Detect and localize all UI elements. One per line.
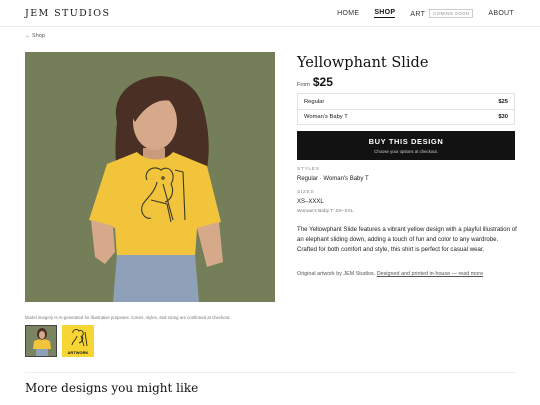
variant-name: Regular bbox=[304, 98, 325, 105]
nav-home[interactable]: HOME bbox=[337, 10, 359, 17]
more-designs-heading: More designs you might like bbox=[25, 381, 199, 395]
variant-price: $30 bbox=[498, 114, 508, 120]
section-divider bbox=[25, 372, 515, 373]
styles-label: STYLES bbox=[297, 167, 320, 172]
sizes-label: SIZES bbox=[297, 190, 315, 195]
artwork-origin: Original artwork by JEM Studios. Designe… bbox=[297, 271, 483, 277]
buy-button-label: BUY THIS DESIGN bbox=[368, 137, 444, 146]
site-header: JEM STUDIOS HOME SHOP ART COMING SOON ABO… bbox=[0, 0, 540, 27]
product-description: The Yellowphant Slide features a vibrant… bbox=[297, 226, 517, 254]
read-more-link[interactable]: Designed and printed in-house — read mor… bbox=[377, 271, 483, 277]
origin-text: Original artwork by JEM Studios. bbox=[297, 271, 376, 277]
back-to-shop-link[interactable]: ← Shop bbox=[25, 33, 45, 39]
price-line: From $25 bbox=[297, 75, 333, 89]
nav-art-label: ART bbox=[410, 11, 426, 18]
thumbnail-model-image bbox=[26, 326, 56, 356]
product-title: Yellowphant Slide bbox=[297, 55, 429, 71]
buy-this-design-button[interactable]: BUY THIS DESIGN Choose your options at c… bbox=[297, 131, 515, 160]
model-illustration bbox=[25, 52, 275, 302]
variant-list: Regular $25 Woman's Baby T $30 bbox=[297, 93, 515, 125]
sizes-note: Woman's Baby T: XS–XXL bbox=[297, 209, 354, 214]
variant-option-regular[interactable]: Regular $25 bbox=[298, 94, 514, 109]
price-from-label: From bbox=[297, 82, 310, 88]
coming-soon-badge: COMING SOON bbox=[429, 9, 474, 18]
imagery-disclaimer: Model imagery is AI-generated for illust… bbox=[25, 315, 231, 320]
thumbnail-artwork[interactable]: ARTWORK bbox=[62, 325, 94, 357]
variant-price: $25 bbox=[498, 98, 508, 105]
variant-name: Woman's Baby T bbox=[304, 114, 348, 120]
site-logo[interactable]: JEM STUDIOS bbox=[25, 8, 110, 19]
nav-art[interactable]: ART COMING SOON bbox=[410, 9, 474, 18]
buy-button-sublabel: Choose your options at checkout. bbox=[374, 149, 438, 154]
sizes-value: XS–XXXL bbox=[297, 199, 324, 205]
variant-option-womans-baby-t[interactable]: Woman's Baby T $30 bbox=[298, 109, 514, 124]
nav-shop[interactable]: SHOP bbox=[374, 9, 396, 18]
main-nav: HOME SHOP ART COMING SOON ABOUT bbox=[322, 9, 514, 18]
nav-about[interactable]: ABOUT bbox=[488, 10, 514, 17]
product-main-image bbox=[25, 52, 275, 302]
thumbnail-model-photo[interactable] bbox=[25, 325, 57, 357]
styles-value: Regular · Woman's Baby T bbox=[297, 176, 369, 182]
thumbnail-artwork-label: ARTWORK bbox=[67, 350, 89, 355]
product-price: $25 bbox=[312, 75, 333, 89]
